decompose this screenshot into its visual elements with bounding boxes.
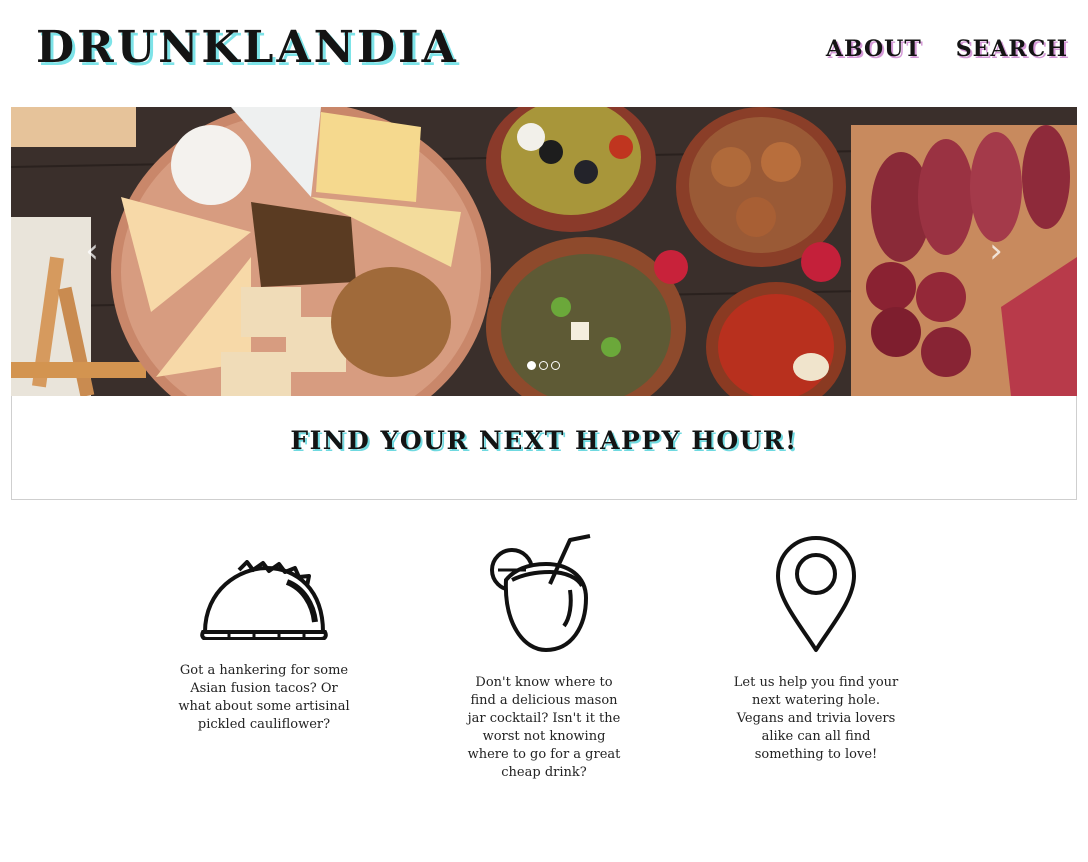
page-tagline: FIND YOUR NEXT HAPPY HOUR! [290, 426, 798, 455]
feature-cocktail: Don't know where to find a delicious mas… [444, 534, 644, 782]
hero-carousel[interactable]: ‹ › [11, 107, 1077, 396]
carousel-prev-button[interactable]: ‹ [77, 231, 107, 271]
tagline-panel: FIND YOUR NEXT HAPPY HOUR! [11, 396, 1077, 500]
feature-cocktail-text: Don't know where to find a delicious mas… [467, 675, 621, 780]
carousel-next-button[interactable]: › [981, 231, 1011, 271]
feature-tacos: Got a hankering for some Asian fusion ta… [164, 560, 364, 734]
nav-about-link[interactable]: ABOUT [826, 36, 922, 62]
site-logo[interactable]: DRUNKLANDIA [36, 22, 459, 73]
map-pin-icon [776, 536, 856, 652]
taco-icon [200, 560, 328, 640]
chevron-left-icon: ‹ [85, 231, 99, 271]
carousel-indicators [527, 361, 560, 370]
feature-tacos-text: Got a hankering for some Asian fusion ta… [178, 663, 350, 732]
cocktail-icon [490, 534, 591, 653]
nav-search-link[interactable]: SEARCH [956, 36, 1068, 62]
feature-location: Let us help you find your next watering … [716, 534, 916, 764]
carousel-dot-2[interactable] [539, 361, 548, 370]
carousel-dot-1[interactable] [527, 361, 536, 370]
carousel-dot-3[interactable] [551, 361, 560, 370]
main-nav: ABOUT SEARCH [826, 36, 1068, 62]
feature-location-text: Let us help you find your next watering … [733, 675, 899, 762]
hero-food-image [11, 107, 1077, 396]
chevron-right-icon: › [989, 231, 1003, 271]
